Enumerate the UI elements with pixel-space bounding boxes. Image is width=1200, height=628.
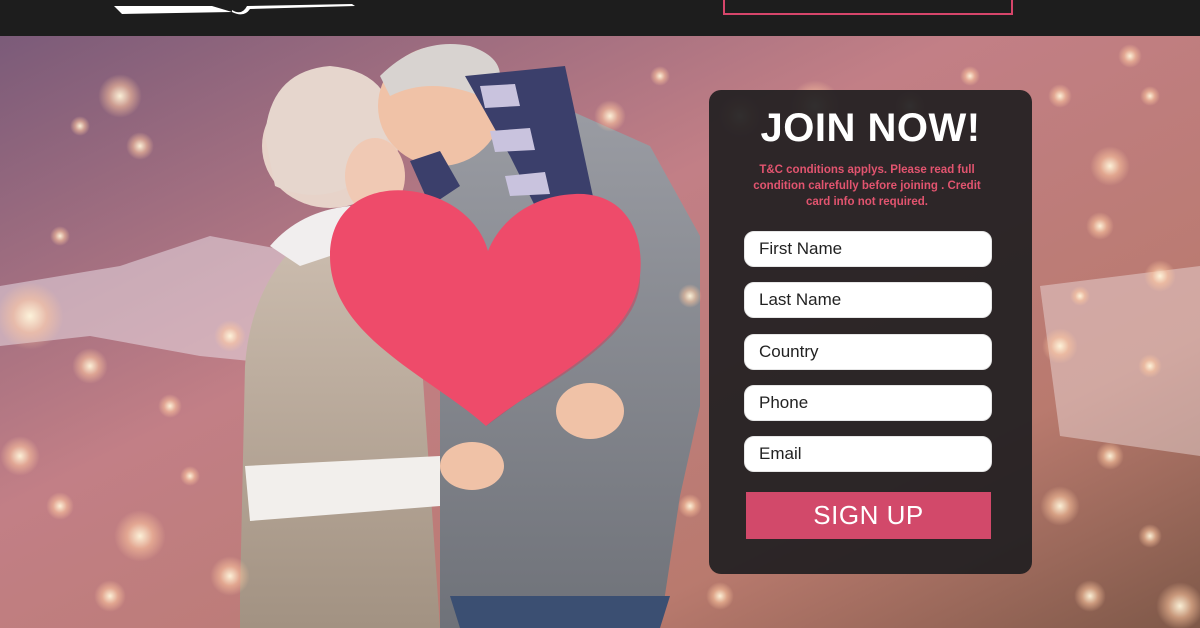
sign-up-button[interactable]: SIGN UP bbox=[746, 492, 991, 539]
brand-logo[interactable] bbox=[112, 0, 357, 16]
terms-note: T&C conditions applys. Please read full … bbox=[753, 164, 981, 208]
first-name-field[interactable] bbox=[744, 231, 992, 267]
phone-field[interactable] bbox=[744, 385, 992, 421]
last-name-field[interactable] bbox=[744, 282, 992, 318]
country-field[interactable] bbox=[744, 334, 992, 370]
top-header bbox=[0, 0, 1200, 36]
join-title: JOIN NOW! bbox=[760, 106, 981, 150]
email-field[interactable] bbox=[744, 436, 992, 472]
header-cta-button[interactable] bbox=[723, 0, 1013, 15]
